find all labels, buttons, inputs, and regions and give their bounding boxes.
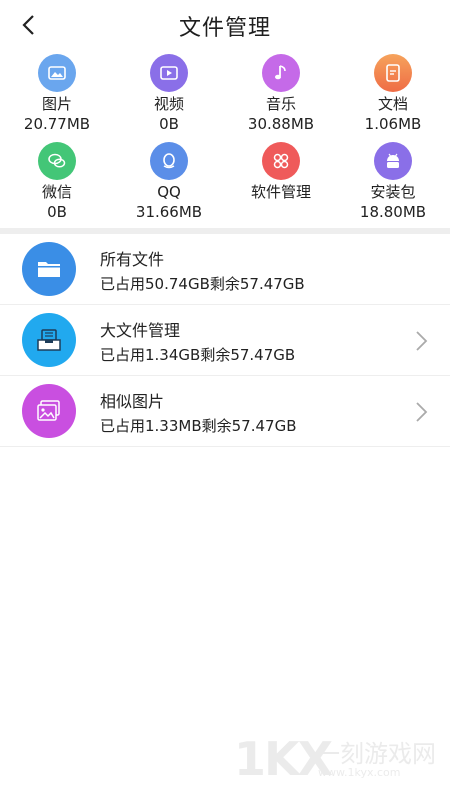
apps-icon xyxy=(273,153,289,169)
category-label: 安装包 xyxy=(370,183,416,201)
chevron-right-icon xyxy=(414,329,430,353)
category-qq[interactable]: QQ 31.66MB xyxy=(113,142,225,222)
row-icon-wrap xyxy=(22,242,76,296)
category-documents[interactable]: 文档 1.06MB xyxy=(337,54,449,134)
qq-penguin-icon xyxy=(163,153,175,169)
category-size: 0B xyxy=(47,203,67,221)
category-label: QQ xyxy=(157,183,181,201)
file-box-icon xyxy=(37,329,61,351)
row-icon-wrap xyxy=(22,313,76,367)
document-icon xyxy=(386,64,400,82)
category-label: 图片 xyxy=(41,95,72,113)
category-size: 31.66MB xyxy=(135,203,203,221)
category-label: 文档 xyxy=(377,95,408,113)
row-subtitle: 已占用1.33MB剩余57.47GB xyxy=(100,417,297,435)
category-size: 30.88MB xyxy=(247,115,315,133)
category-size: 20.77MB xyxy=(23,115,91,133)
watermark-url: www.1kyx.com xyxy=(318,766,401,779)
category-label: 视频 xyxy=(153,95,184,113)
category-apk[interactable]: 安装包 18.80MB xyxy=(337,142,449,222)
watermark: 1KX 一刻游戏网 www.1kyx.com xyxy=(234,732,444,788)
row-large-files[interactable]: 大文件管理 已占用1.34GB剩余57.47GB xyxy=(0,305,450,376)
category-size: 0B xyxy=(159,115,179,133)
folder-icon xyxy=(38,262,60,277)
category-wechat[interactable]: 微信 0B xyxy=(1,142,113,222)
android-icon xyxy=(387,153,399,168)
header-bar: 文件管理 xyxy=(0,0,450,50)
category-music[interactable]: 音乐 30.88MB xyxy=(225,54,337,134)
category-size: 18.80MB xyxy=(359,203,427,221)
chevron-right-icon xyxy=(414,400,430,424)
category-size: 1.06MB xyxy=(364,115,422,133)
row-title: 相似图片 xyxy=(100,392,165,411)
storage-list: 所有文件 已占用50.74GB剩余57.47GB 大文件管理 已占用1.34GB… xyxy=(0,234,450,447)
watermark-text: 一刻游戏网 xyxy=(316,740,436,768)
video-icon xyxy=(160,66,178,80)
row-subtitle: 已占用1.34GB剩余57.47GB xyxy=(100,346,296,364)
row-title: 大文件管理 xyxy=(100,321,181,340)
gallery-icon xyxy=(37,400,60,421)
row-title: 所有文件 xyxy=(100,250,165,269)
category-images[interactable]: 图片 20.77MB xyxy=(1,54,113,134)
category-label: 微信 xyxy=(41,183,72,201)
page-title: 文件管理 xyxy=(178,16,271,41)
music-note-icon xyxy=(275,65,286,80)
category-grid: 图片 20.77MB 视频 0B 音乐 30.88MB 文档 1.06MB 微信… xyxy=(0,54,450,226)
row-all-files[interactable]: 所有文件 已占用50.74GB剩余57.47GB xyxy=(0,234,450,305)
category-label: 音乐 xyxy=(265,95,296,113)
image-icon xyxy=(48,66,66,80)
category-videos[interactable]: 视频 0B xyxy=(113,54,225,134)
wechat-icon xyxy=(48,153,66,168)
category-label: 软件管理 xyxy=(250,183,311,201)
category-app-manager[interactable]: 软件管理 xyxy=(225,142,337,202)
row-icon-wrap xyxy=(22,384,76,438)
row-subtitle: 已占用50.74GB剩余57.47GB xyxy=(100,275,305,293)
row-similar-photos[interactable]: 相似图片 已占用1.33MB剩余57.47GB xyxy=(0,376,450,447)
